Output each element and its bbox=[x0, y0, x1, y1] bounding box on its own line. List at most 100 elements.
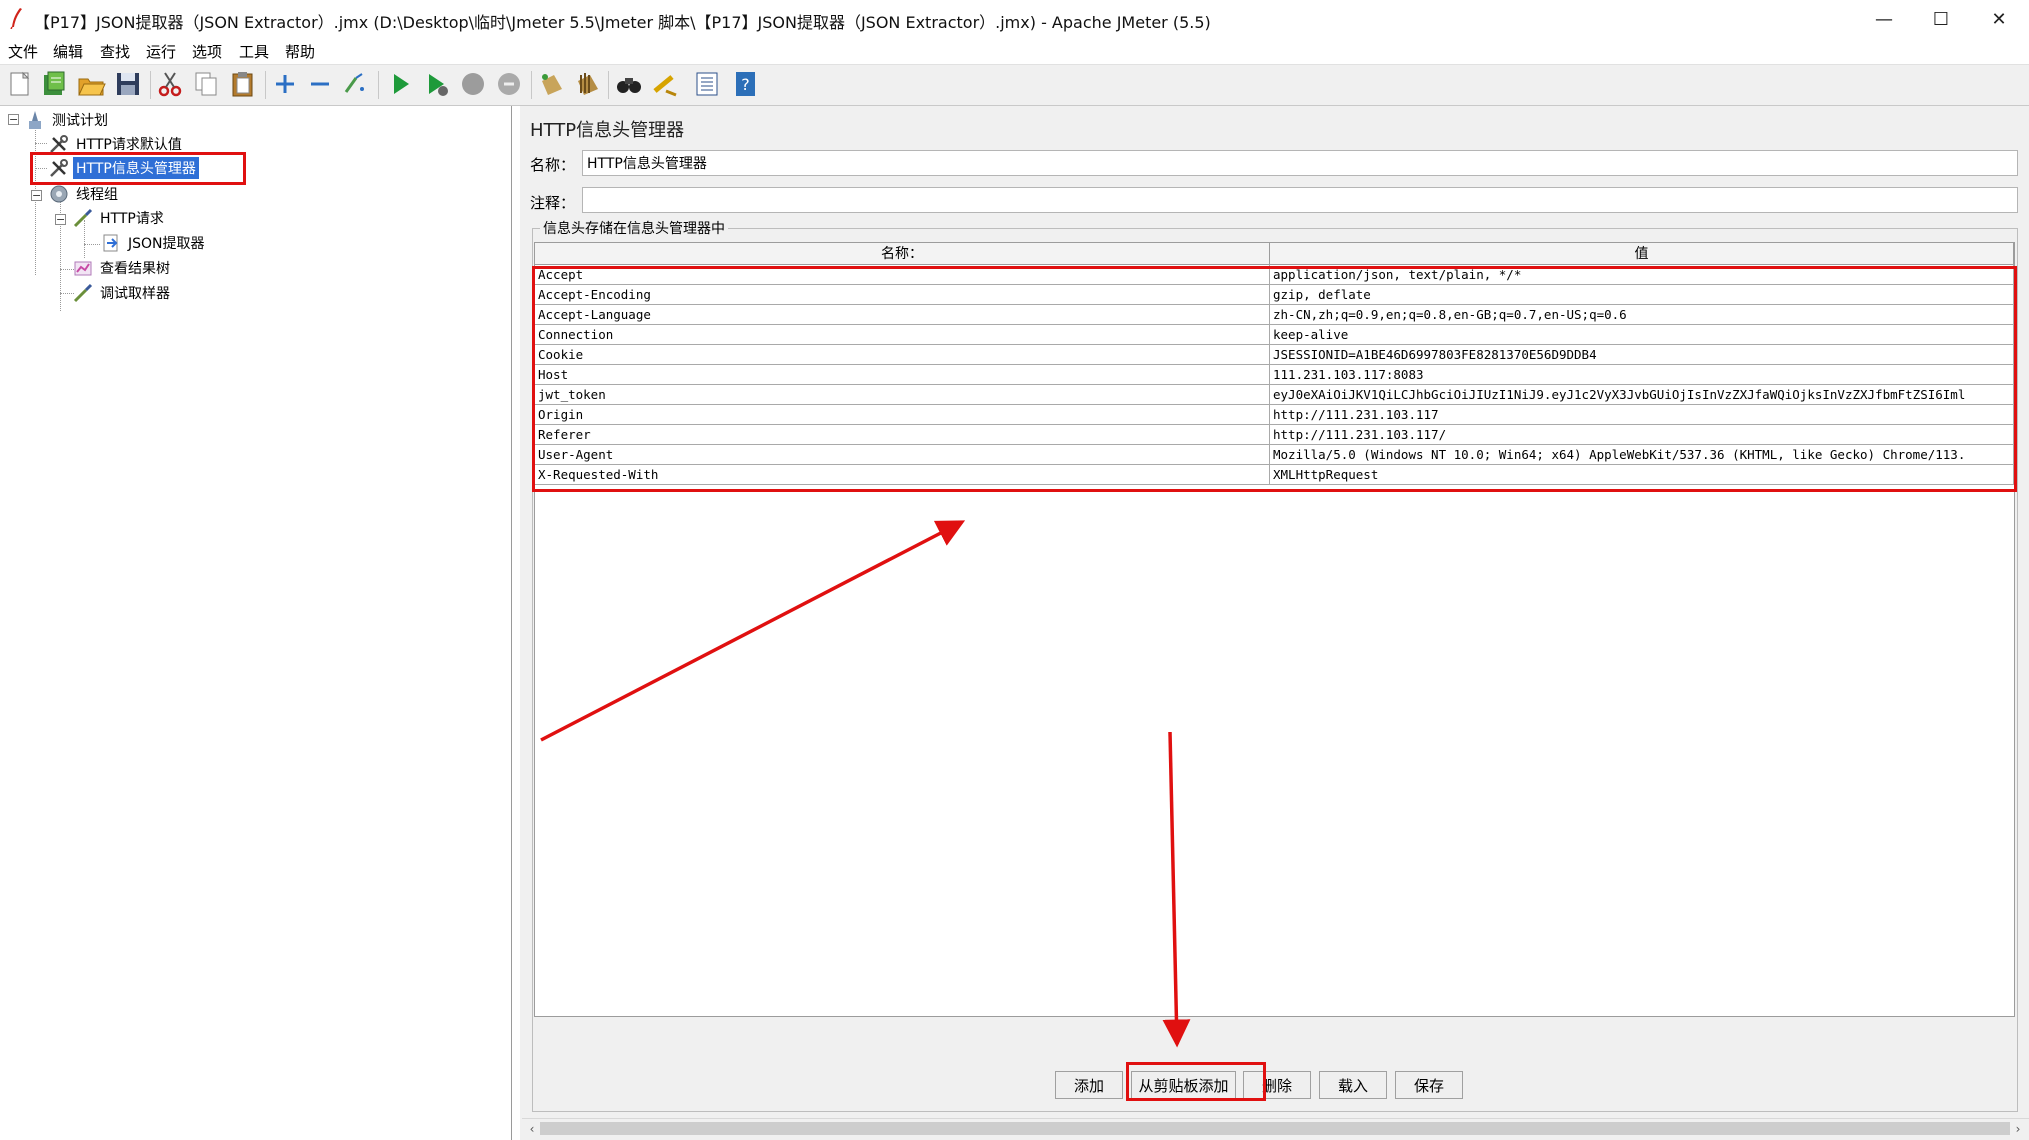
collapse-toggle[interactable]: − bbox=[8, 114, 19, 125]
tree-connector bbox=[35, 168, 47, 169]
maximize-button[interactable]: ☐ bbox=[1912, 0, 1970, 38]
cut-icon[interactable] bbox=[155, 69, 185, 99]
menu-help[interactable]: 帮助 bbox=[285, 41, 315, 62]
scroll-left-icon[interactable]: ‹ bbox=[524, 1120, 540, 1138]
clear-icon[interactable] bbox=[536, 69, 566, 99]
horizontal-scrollbar[interactable]: ‹ › bbox=[522, 1118, 2029, 1139]
header-name-cell[interactable]: Accept-Encoding bbox=[535, 285, 1270, 305]
save-button[interactable]: 保存 bbox=[1395, 1071, 1463, 1099]
copy-icon[interactable] bbox=[191, 69, 221, 99]
header-name-cell[interactable]: Accept bbox=[535, 265, 1270, 285]
window-title: 【P17】JSON提取器（JSON Extractor）.jmx (D:\Des… bbox=[34, 13, 1211, 32]
help-icon[interactable]: ? bbox=[730, 69, 760, 99]
header-value-cell[interactable]: 111.231.103.117:8083 bbox=[1270, 365, 2014, 385]
scrollbar-thumb[interactable] bbox=[540, 1122, 2010, 1135]
tree-item-label: 线程组 bbox=[76, 187, 118, 203]
test-plan-icon bbox=[29, 111, 41, 129]
header-manager-panel: HTTP信息头管理器 名称： 注释： 信息头存储在信息头管理器中 名称： 值 A… bbox=[520, 106, 2029, 1140]
delete-button[interactable]: 删除 bbox=[1243, 1071, 1311, 1099]
header-name-cell[interactable]: X-Requested-With bbox=[535, 465, 1270, 485]
header-name-cell[interactable]: Cookie bbox=[535, 345, 1270, 365]
header-name-cell[interactable]: Host bbox=[535, 365, 1270, 385]
wrench-icon bbox=[50, 135, 68, 153]
column-header-value[interactable]: 值 bbox=[1270, 243, 2014, 265]
stop-icon[interactable] bbox=[458, 69, 488, 99]
toggle-icon[interactable] bbox=[340, 69, 370, 99]
tree-item-label: 调试取样器 bbox=[100, 286, 170, 302]
menu-edit[interactable]: 编辑 bbox=[53, 41, 83, 62]
tree-connector bbox=[84, 244, 100, 245]
start-icon[interactable] bbox=[385, 69, 415, 99]
menu-file[interactable]: 文件 bbox=[8, 41, 38, 62]
add-button[interactable]: 添加 bbox=[1055, 1071, 1123, 1099]
title-bar: 【P17】JSON提取器（JSON Extractor）.jmx (D:\Des… bbox=[0, 0, 2029, 38]
header-name-cell[interactable]: Origin bbox=[535, 405, 1270, 425]
start-no-pause-icon[interactable] bbox=[421, 69, 451, 99]
header-name-cell[interactable]: jwt_token bbox=[535, 385, 1270, 405]
menu-search[interactable]: 查找 bbox=[100, 41, 130, 62]
minimize-button[interactable]: — bbox=[1855, 0, 1913, 38]
clear-all-icon[interactable] bbox=[572, 69, 602, 99]
load-button[interactable]: 载入 bbox=[1319, 1071, 1387, 1099]
collapse-toggle[interactable]: − bbox=[55, 214, 66, 225]
close-button[interactable]: ✕ bbox=[1970, 0, 2028, 38]
tree-item-test-plan[interactable]: 测试计划 bbox=[24, 108, 111, 132]
save-icon[interactable] bbox=[113, 69, 143, 99]
header-name-cell[interactable]: Referer bbox=[535, 425, 1270, 445]
toolbar-separator bbox=[265, 71, 266, 99]
column-header-name[interactable]: 名称： bbox=[535, 243, 1270, 265]
comment-field[interactable] bbox=[582, 187, 2018, 213]
templates-icon[interactable] bbox=[39, 69, 69, 99]
wrench-icon bbox=[50, 159, 68, 177]
add-from-clipboard-button[interactable]: 从剪贴板添加 bbox=[1131, 1071, 1236, 1099]
header-value-cell[interactable]: XMLHttpRequest bbox=[1270, 465, 2014, 485]
search-icon[interactable] bbox=[614, 69, 644, 99]
header-value-cell[interactable]: JSESSIONID=A1BE46D6997803FE8281370E56D9D… bbox=[1270, 345, 2014, 365]
menu-tools[interactable]: 工具 bbox=[239, 41, 269, 62]
name-field[interactable] bbox=[582, 150, 2018, 176]
tree-item-label: HTTP请求 bbox=[100, 211, 164, 227]
comment-label: 注释： bbox=[530, 194, 576, 212]
header-value-cell[interactable]: http://111.231.103.117 bbox=[1270, 405, 2014, 425]
tree-connector bbox=[35, 143, 47, 144]
header-name-cell[interactable]: Connection bbox=[535, 325, 1270, 345]
expand-icon[interactable] bbox=[270, 69, 300, 99]
header-value-cell[interactable]: zh-CN,zh;q=0.9,en;q=0.8,en-GB;q=0.7,en-U… bbox=[1270, 305, 2014, 325]
panel-title: HTTP信息头管理器 bbox=[530, 120, 685, 141]
header-name-cell[interactable]: User-Agent bbox=[535, 445, 1270, 465]
header-value-cell[interactable]: application/json, text/plain, */* bbox=[1270, 265, 2014, 285]
header-value-cell[interactable]: eyJ0eXAiOiJKV1QiLCJhbGciOiJIUzI1NiJ9.eyJ… bbox=[1270, 385, 2014, 405]
svg-text:?: ? bbox=[741, 75, 750, 94]
test-plan-tree: − − − 测试计划 HTTP请求默认值 HTTP信息头管理器 线程组 HTTP… bbox=[0, 106, 512, 1140]
collapse-icon[interactable] bbox=[305, 69, 335, 99]
tree-item-header-manager[interactable]: HTTP信息头管理器 bbox=[48, 156, 200, 180]
tree-item-json-extractor[interactable]: JSON提取器 bbox=[100, 231, 208, 255]
paste-icon[interactable] bbox=[228, 69, 258, 99]
header-value-cell[interactable]: Mozilla/5.0 (Windows NT 10.0; Win64; x64… bbox=[1270, 445, 2014, 465]
tree-item-http-request[interactable]: HTTP请求 bbox=[72, 206, 167, 230]
tree-item-results-tree[interactable]: 查看结果树 bbox=[72, 256, 173, 280]
collapse-toggle[interactable]: − bbox=[31, 190, 42, 201]
header-value-cell[interactable]: gzip, deflate bbox=[1270, 285, 2014, 305]
scroll-right-icon[interactable]: › bbox=[2010, 1120, 2026, 1138]
menu-bar: 文件 编辑 查找 运行 选项 工具 帮助 bbox=[0, 38, 2029, 64]
menu-options[interactable]: 选项 bbox=[192, 41, 222, 62]
name-label: 名称： bbox=[530, 156, 576, 174]
menu-run[interactable]: 运行 bbox=[146, 41, 176, 62]
function-helper-icon[interactable] bbox=[692, 69, 722, 99]
header-value-cell[interactable]: keep-alive bbox=[1270, 325, 2014, 345]
reset-search-icon[interactable] bbox=[650, 69, 680, 99]
toolbar: ? bbox=[0, 64, 2029, 106]
tree-item-debug-sampler[interactable]: 调试取样器 bbox=[72, 281, 173, 305]
tree-item-http-defaults[interactable]: HTTP请求默认值 bbox=[48, 132, 185, 156]
open-icon[interactable] bbox=[76, 69, 106, 99]
toolbar-separator bbox=[378, 71, 379, 99]
headers-table[interactable]: 名称： 值 Accept application/json, text/plain… bbox=[534, 242, 2015, 1017]
pipette-icon bbox=[73, 283, 93, 303]
header-value-cell[interactable]: http://111.231.103.117/ bbox=[1270, 425, 2014, 445]
results-tree-icon bbox=[74, 261, 92, 276]
shutdown-icon[interactable] bbox=[494, 69, 524, 99]
tree-item-thread-group[interactable]: 线程组 bbox=[48, 182, 121, 206]
new-icon[interactable] bbox=[5, 69, 35, 99]
header-name-cell[interactable]: Accept-Language bbox=[535, 305, 1270, 325]
